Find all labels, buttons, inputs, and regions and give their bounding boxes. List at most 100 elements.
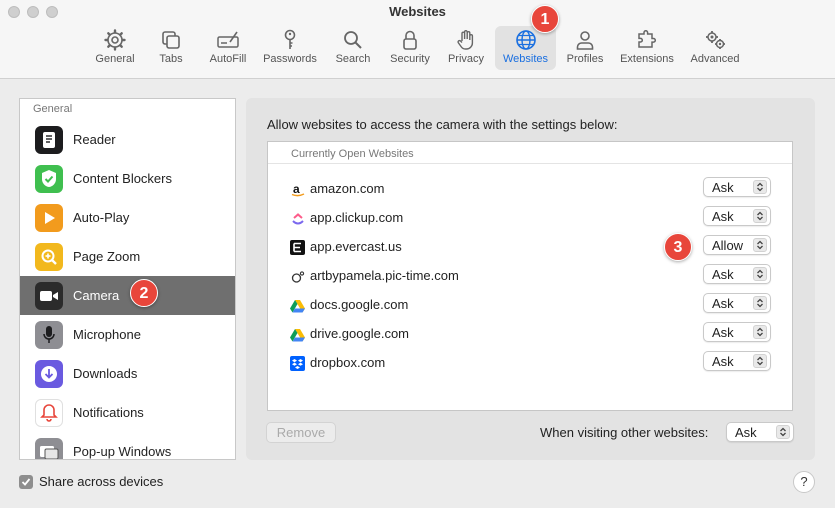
popup-value: Ask	[712, 296, 734, 311]
download-icon	[35, 359, 63, 388]
tab-passwords-label: Passwords	[263, 53, 317, 65]
clickup-icon	[290, 211, 305, 226]
google-drive-icon	[290, 327, 305, 342]
share-across-devices-checkbox[interactable]	[19, 474, 33, 489]
site-name: app.evercast.us	[310, 239, 402, 254]
tab-security[interactable]: Security	[385, 26, 435, 70]
tab-extensions[interactable]: Extensions	[615, 26, 679, 70]
sidebar-item-label: Page Zoom	[73, 249, 141, 264]
other-websites-setting-popup[interactable]: Ask	[726, 422, 794, 442]
sidebar-item-page-zoom[interactable]: Page Zoom	[20, 237, 235, 276]
up-down-chevron-icon	[753, 209, 767, 223]
sidebar-item-notifications[interactable]: Notifications	[20, 393, 235, 432]
up-down-chevron-icon	[753, 354, 767, 368]
tab-privacy[interactable]: Privacy	[443, 26, 489, 70]
site-camera-setting-popup[interactable]: Ask	[703, 177, 771, 197]
tab-general[interactable]: General	[91, 26, 139, 70]
up-down-chevron-icon	[753, 180, 767, 194]
up-down-chevron-icon	[753, 238, 767, 252]
tab-autofill-label: AutoFill	[209, 53, 247, 65]
list-item: a amazon.com Ask	[268, 175, 792, 204]
site-camera-setting-popup[interactable]: Allow	[703, 235, 771, 255]
tab-advanced-label: Advanced	[690, 53, 740, 65]
tab-advanced[interactable]: Advanced	[685, 26, 745, 70]
tab-tabs[interactable]: Tabs	[150, 26, 192, 70]
zoom-icon	[35, 242, 63, 271]
tab-websites-label: Websites	[502, 53, 549, 65]
camera-icon	[35, 281, 63, 310]
sidebar-item-microphone[interactable]: Microphone	[20, 315, 235, 354]
svg-text:a: a	[293, 183, 300, 196]
up-down-chevron-icon	[753, 296, 767, 310]
site-camera-setting-popup[interactable]: Ask	[703, 264, 771, 284]
list-item: app.clickup.com Ask	[268, 204, 792, 233]
popup-value: Ask	[712, 209, 734, 224]
window-title: Websites	[389, 4, 446, 19]
site-name: drive.google.com	[310, 326, 409, 341]
microphone-icon	[35, 320, 63, 349]
search-icon	[344, 31, 362, 49]
key-icon	[284, 29, 296, 49]
tab-profiles[interactable]: Profiles	[561, 26, 609, 70]
sidebar-item-label: Microphone	[73, 327, 141, 342]
tab-security-label: Security	[390, 53, 430, 65]
list-item: docs.google.com Ask	[268, 291, 792, 320]
main-panel: Allow websites to access the camera with…	[246, 98, 815, 460]
site-name: amazon.com	[310, 181, 385, 196]
tab-autofill[interactable]: AutoFill	[203, 26, 253, 70]
sidebar-item-reader[interactable]: Reader	[20, 120, 235, 159]
sidebar-item-label: Auto-Play	[73, 210, 130, 225]
tab-search[interactable]: Search	[331, 26, 375, 70]
up-down-chevron-icon	[753, 325, 767, 339]
sidebar-item-label: Notifications	[73, 405, 144, 420]
popup-value: Ask	[712, 180, 734, 195]
sidebar: General Reader Content Blockers Auto-Pla…	[19, 98, 236, 460]
sidebar-item-label: Camera	[73, 288, 120, 303]
share-across-devices-row[interactable]: Share across devices	[19, 474, 163, 489]
tab-privacy-label: Privacy	[447, 53, 485, 65]
remove-button[interactable]: Remove	[266, 422, 336, 443]
tab-search-label: Search	[335, 53, 371, 65]
hand-icon	[457, 30, 474, 50]
site-camera-setting-popup[interactable]: Ask	[703, 293, 771, 313]
amazon-icon: a	[290, 182, 305, 197]
site-name: docs.google.com	[310, 297, 409, 312]
popup-value: Ask	[712, 354, 734, 369]
site-camera-setting-popup[interactable]: Ask	[703, 351, 771, 371]
popup-windows-icon	[35, 437, 63, 459]
tab-general-label: General	[95, 53, 135, 65]
globe-icon	[515, 30, 536, 50]
list-item: drive.google.com Ask	[268, 320, 792, 349]
help-button[interactable]: ?	[793, 471, 815, 493]
sidebar-item-downloads[interactable]: Downloads	[20, 354, 235, 393]
tabs-icon	[162, 31, 180, 49]
annotation-badge-1: 1	[531, 5, 559, 33]
sidebar-item-label: Content Blockers	[73, 171, 172, 186]
puzzle-icon	[638, 29, 657, 48]
gear-icon	[104, 29, 126, 51]
popup-value: Ask	[712, 267, 734, 282]
sidebar-item-pop-up-windows[interactable]: Pop-up Windows	[20, 432, 235, 459]
site-camera-setting-popup[interactable]: Ask	[703, 206, 771, 226]
site-camera-setting-popup[interactable]: Ask	[703, 322, 771, 342]
other-websites-label: When visiting other websites:	[540, 425, 709, 440]
sidebar-item-label: Pop-up Windows	[73, 444, 172, 459]
gears-icon	[706, 31, 725, 49]
sidebar-item-content-blockers[interactable]: Content Blockers	[20, 159, 235, 198]
popup-value: Allow	[712, 238, 744, 253]
tab-passwords[interactable]: Passwords	[259, 26, 321, 70]
list-item: artbypamela.pic-time.com Ask	[268, 262, 792, 291]
sidebar-header: General	[33, 103, 73, 115]
tab-extensions-label: Extensions	[620, 53, 674, 65]
share-across-devices-label: Share across devices	[39, 474, 164, 489]
list-item: app.evercast.us Allow	[268, 233, 792, 262]
up-down-chevron-icon	[776, 425, 790, 439]
person-icon	[576, 31, 594, 50]
sidebar-item-camera[interactable]: Camera	[20, 276, 235, 315]
tab-tabs-label: Tabs	[159, 53, 183, 65]
play-icon	[35, 203, 63, 232]
camera-description: Allow websites to access the camera with…	[267, 117, 618, 132]
sidebar-item-auto-play[interactable]: Auto-Play	[20, 198, 235, 237]
up-down-chevron-icon	[753, 267, 767, 281]
checkmark-icon	[21, 477, 31, 486]
